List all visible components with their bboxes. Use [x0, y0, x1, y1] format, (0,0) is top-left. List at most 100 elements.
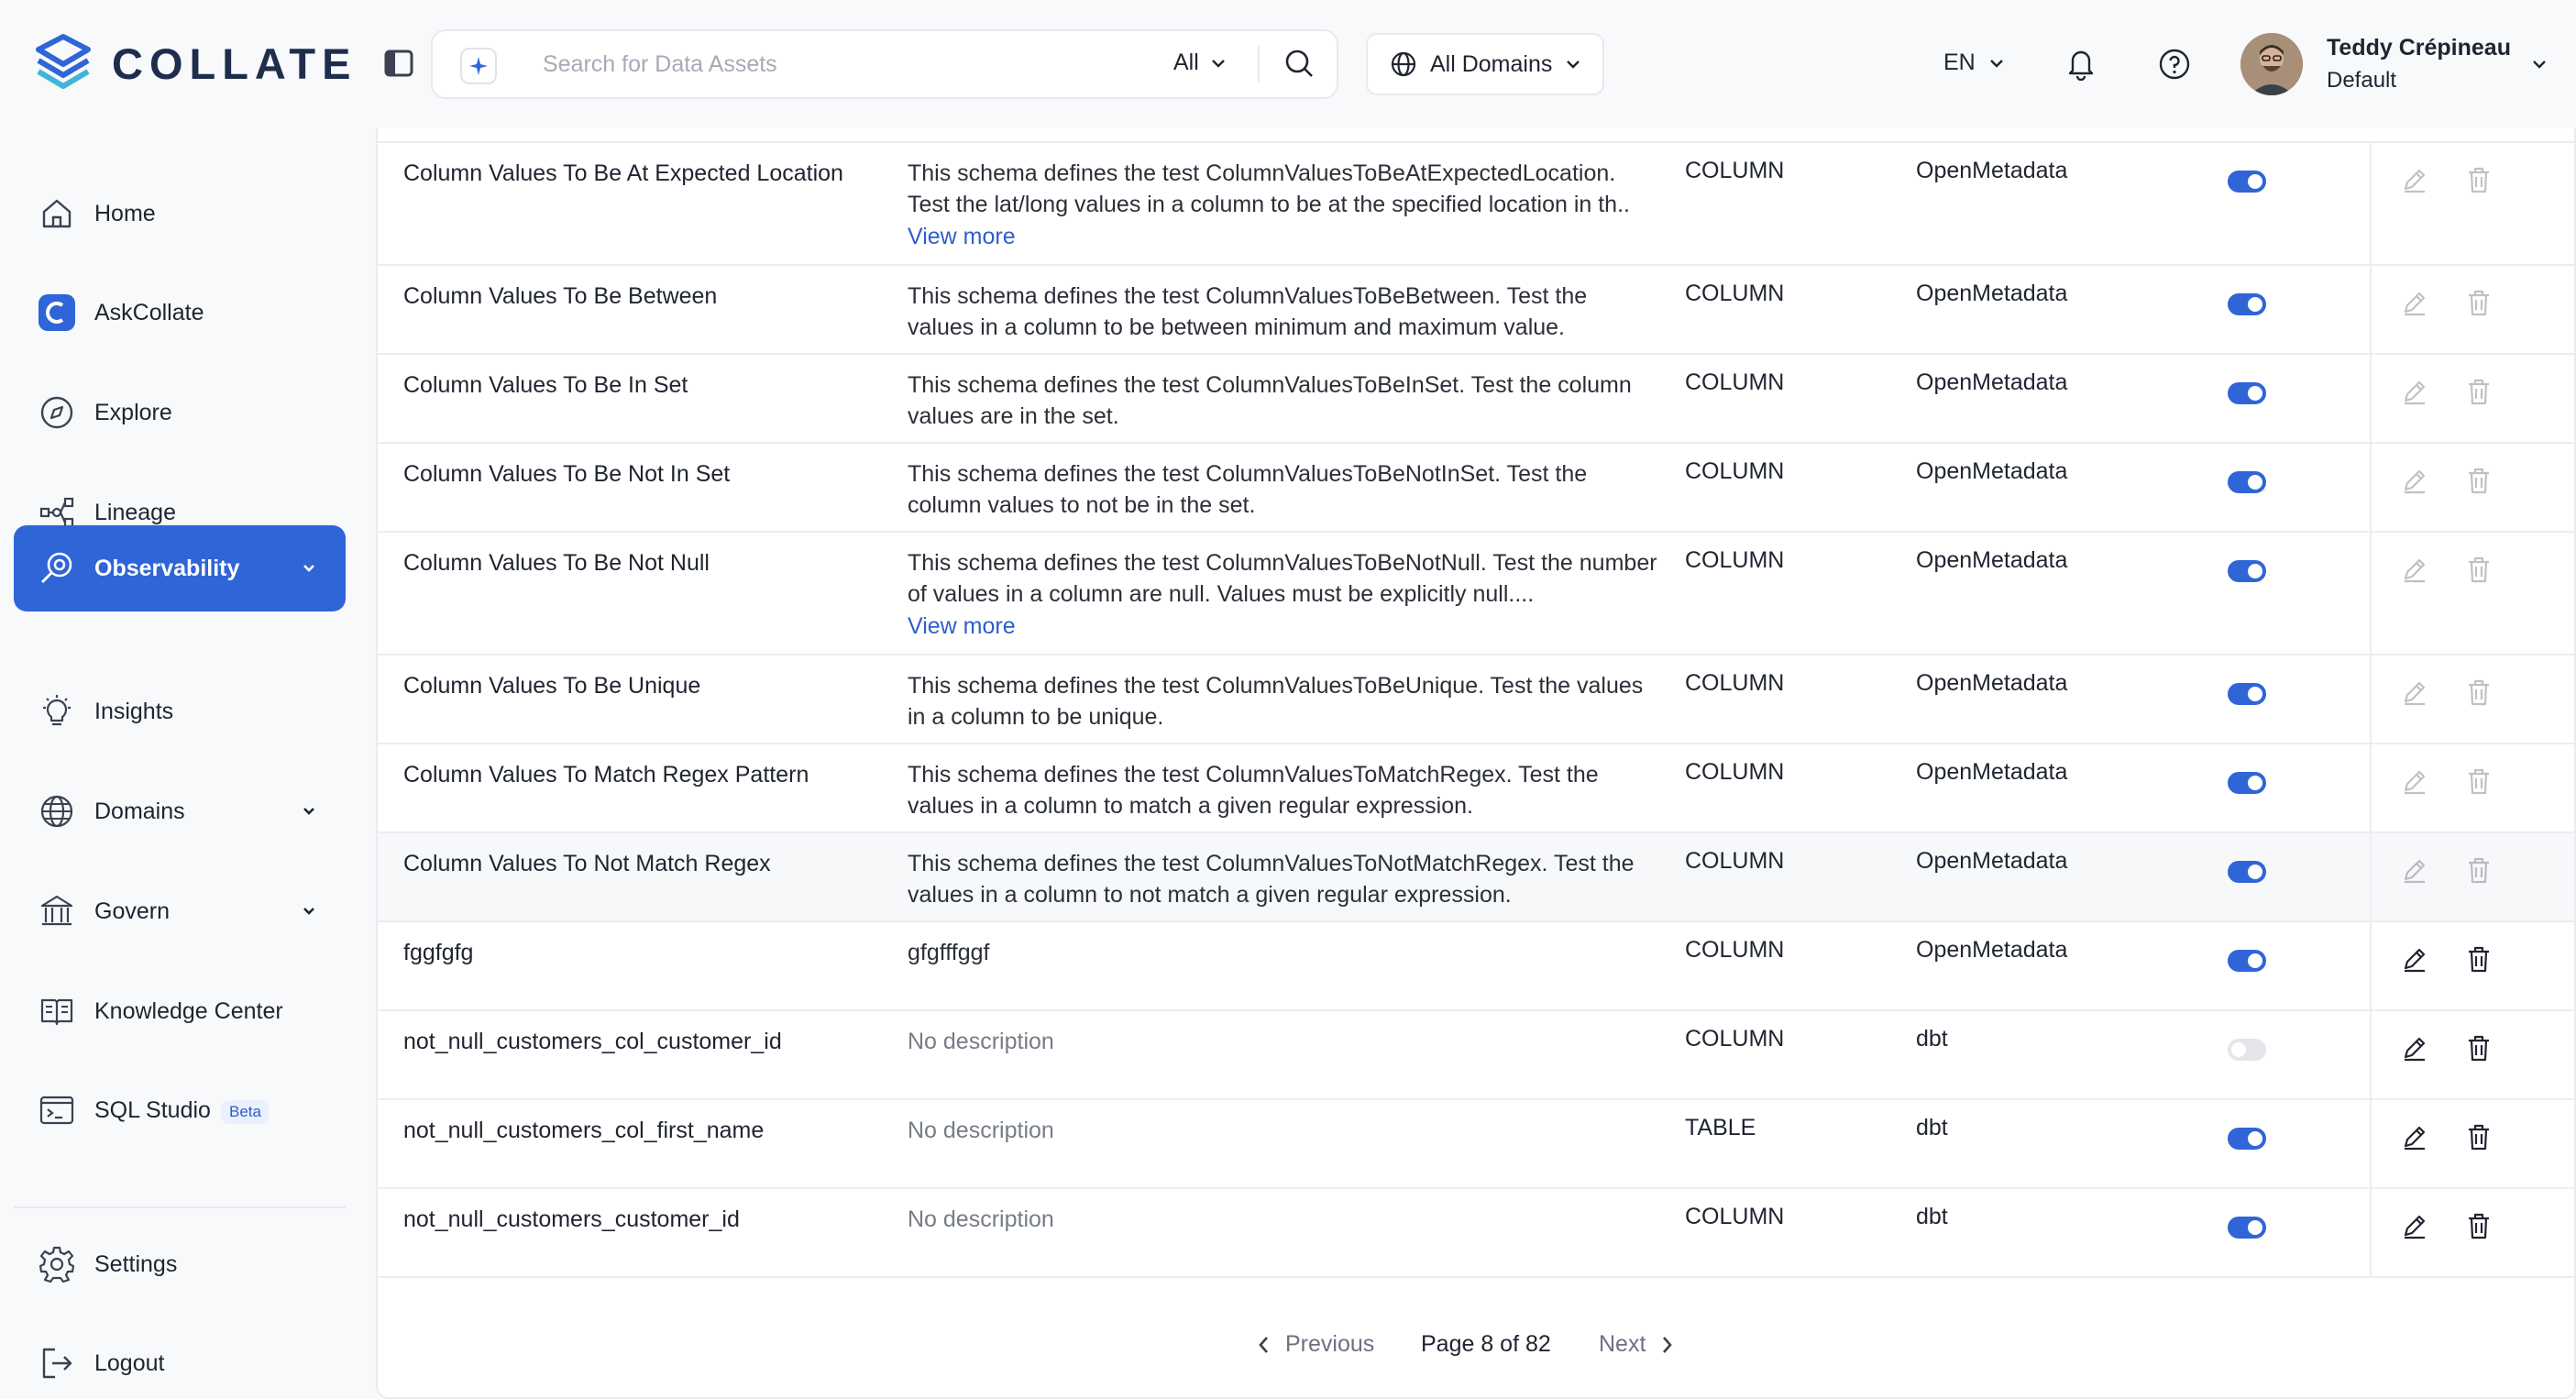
next-page-button[interactable]: Next [1599, 1331, 1675, 1358]
collate-logo[interactable]: COLLATE [33, 29, 357, 97]
domains-dropdown[interactable]: All Domains [1366, 33, 1604, 95]
test-entity-type: COLUMN [1685, 670, 1785, 696]
test-name[interactable]: fggfgfg [403, 937, 880, 968]
delete-icon[interactable] [2464, 1122, 2493, 1151]
enabled-toggle[interactable] [2228, 683, 2266, 705]
previous-page-button[interactable]: Previous [1256, 1331, 1374, 1358]
sidebar-item-logout[interactable]: Logout [14, 1320, 346, 1399]
help-icon[interactable] [2158, 48, 2191, 81]
table-row: Column Values To Be At Expected Location… [378, 143, 2574, 266]
column-divider [2370, 444, 2372, 531]
enabled-toggle[interactable] [2228, 950, 2266, 972]
edit-icon[interactable] [2400, 766, 2429, 796]
sidebar-item-observability[interactable]: Observability [14, 525, 346, 611]
test-entity-type: COLUMN [1685, 937, 1785, 963]
table-row: not_null_customers_col_first_name No des… [378, 1100, 2574, 1189]
compass-icon [36, 391, 78, 434]
enabled-toggle[interactable] [2228, 471, 2266, 493]
edit-icon[interactable] [2400, 288, 2429, 317]
bell-icon[interactable] [2064, 46, 2097, 81]
test-name[interactable]: not_null_customers_col_first_name [403, 1115, 880, 1146]
delete-icon[interactable] [2464, 1033, 2493, 1063]
chevron-right-icon [1663, 1336, 1673, 1353]
test-entity-type: TABLE [1685, 1115, 1756, 1140]
test-name[interactable]: Column Values To Not Match Regex [403, 848, 880, 879]
user-name[interactable]: Teddy Crépineau [2327, 35, 2511, 61]
edit-icon[interactable] [2400, 677, 2429, 707]
column-divider [2370, 744, 2372, 832]
ai-sparkle-icon[interactable] [460, 48, 497, 84]
test-name[interactable]: Column Values To Be Between [403, 281, 880, 312]
test-provider: OpenMetadata [1916, 369, 2068, 395]
delete-icon[interactable] [2464, 766, 2493, 796]
delete-icon[interactable] [2464, 377, 2493, 406]
search-filter-dropdown[interactable]: All [1173, 50, 1227, 76]
search-bar: All [431, 29, 1338, 99]
sidebar-item-sql-studio[interactable]: SQL Studio Beta [14, 1067, 346, 1153]
test-name[interactable]: Column Values To Match Regex Pattern [403, 759, 880, 790]
domains-label: All Domains [1430, 50, 1553, 77]
view-more-link[interactable]: View more [908, 221, 1659, 252]
enabled-toggle[interactable] [2228, 1039, 2266, 1061]
sidebar-item-askcollate[interactable]: AskCollate [14, 270, 346, 356]
sidebar-item-home[interactable]: Home [14, 171, 346, 257]
sidebar-toggle-icon[interactable] [383, 48, 414, 79]
edit-icon[interactable] [2400, 855, 2429, 885]
test-provider: OpenMetadata [1916, 937, 2068, 963]
delete-icon[interactable] [2464, 1211, 2493, 1240]
test-description: This schema defines the test ColumnValue… [908, 547, 1659, 642]
search-icon[interactable] [1283, 48, 1315, 79]
language-selector[interactable]: EN [1943, 50, 2005, 76]
edit-icon[interactable] [2400, 466, 2429, 495]
edit-icon[interactable] [2400, 377, 2429, 406]
enabled-toggle[interactable] [2228, 772, 2266, 794]
sidebar-item-domains[interactable]: Domains [14, 768, 346, 854]
sidebar-item-govern[interactable]: Govern [14, 868, 346, 954]
test-provider: OpenMetadata [1916, 848, 2068, 874]
top-header: COLLATE All All Domains EN Teddy Crépine [0, 0, 2576, 128]
table-row: Column Values To Be Between This schema … [378, 266, 2574, 355]
delete-icon[interactable] [2464, 466, 2493, 495]
test-name[interactable]: Column Values To Be Not Null [403, 547, 880, 578]
delete-icon[interactable] [2464, 288, 2493, 317]
delete-icon[interactable] [2464, 855, 2493, 885]
enabled-toggle[interactable] [2228, 560, 2266, 582]
delete-icon[interactable] [2464, 555, 2493, 584]
edit-icon[interactable] [2400, 944, 2429, 974]
enabled-toggle[interactable] [2228, 293, 2266, 315]
sidebar-item-knowledge-center[interactable]: Knowledge Center [14, 968, 346, 1054]
edit-icon[interactable] [2400, 1211, 2429, 1240]
sidebar-item-insights[interactable]: Insights [14, 668, 346, 755]
enabled-toggle[interactable] [2228, 1128, 2266, 1150]
delete-icon[interactable] [2464, 165, 2493, 194]
test-provider: dbt [1916, 1115, 1948, 1140]
sidebar-item-settings[interactable]: Settings [14, 1221, 346, 1307]
test-name[interactable]: not_null_customers_col_customer_id [403, 1026, 880, 1057]
test-name[interactable]: Column Values To Be Not In Set [403, 458, 880, 490]
view-more-link[interactable]: View more [908, 611, 1659, 642]
test-name[interactable]: Column Values To Be Unique [403, 670, 880, 701]
edit-icon[interactable] [2400, 1122, 2429, 1151]
test-name[interactable]: Column Values To Be At Expected Location [403, 158, 880, 189]
search-input[interactable] [543, 31, 1093, 97]
avatar[interactable] [2240, 33, 2303, 95]
enabled-toggle[interactable] [2228, 171, 2266, 193]
test-name[interactable]: not_null_customers_customer_id [403, 1204, 880, 1235]
sidebar-item-explore[interactable]: Explore [14, 369, 346, 456]
test-name[interactable]: Column Values To Be In Set [403, 369, 880, 401]
chevron-down-icon[interactable] [2530, 55, 2548, 73]
enabled-toggle[interactable] [2228, 1217, 2266, 1239]
edit-icon[interactable] [2400, 1033, 2429, 1063]
edit-icon[interactable] [2400, 555, 2429, 584]
test-description: This schema defines the test ColumnValue… [908, 673, 1644, 730]
edit-icon[interactable] [2400, 165, 2429, 194]
enabled-toggle[interactable] [2228, 382, 2266, 404]
test-entity-type: COLUMN [1685, 759, 1785, 785]
chevron-down-icon [300, 558, 318, 577]
delete-icon[interactable] [2464, 944, 2493, 974]
test-description: No description [908, 1029, 1054, 1054]
delete-icon[interactable] [2464, 677, 2493, 707]
test-provider: OpenMetadata [1916, 458, 2068, 484]
test-description: gfgfffggf [908, 940, 990, 965]
enabled-toggle[interactable] [2228, 861, 2266, 883]
